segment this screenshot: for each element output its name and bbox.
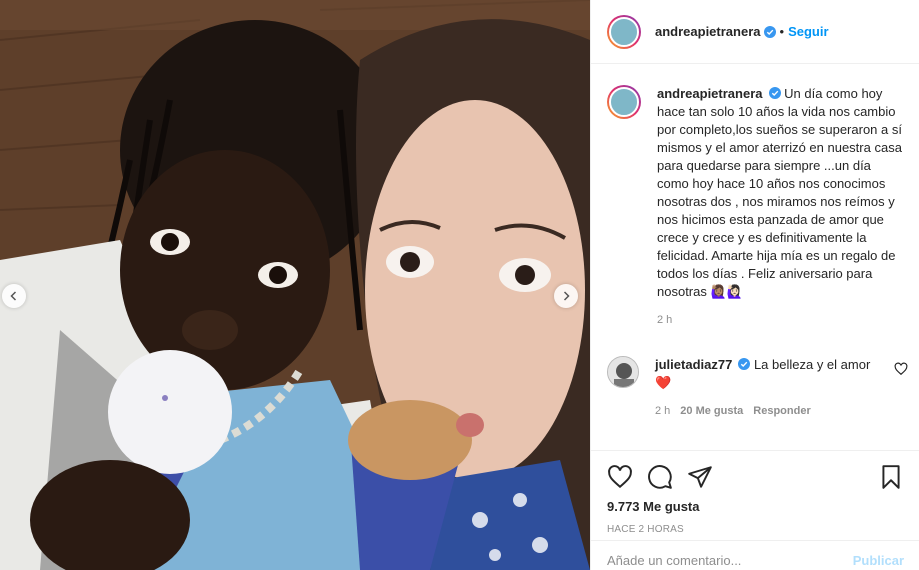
- post-photo[interactable]: [0, 0, 590, 570]
- post-actions: 9.773 Me gusta HACE 2 HORAS: [591, 450, 919, 535]
- author-avatar[interactable]: [607, 14, 641, 49]
- chevron-left-icon: [10, 291, 17, 301]
- add-comment-bar: Publicar: [591, 540, 919, 570]
- follow-button[interactable]: Seguir: [788, 24, 828, 39]
- post-header: andreapietranera • Seguir: [591, 0, 919, 64]
- caption-text: Un día como hoy hace tan solo 10 años la…: [657, 86, 902, 299]
- caption-username[interactable]: andreapietranera: [657, 86, 763, 101]
- caption-text-block: andreapietranera Un día como hoy hace ta…: [657, 85, 904, 302]
- commenter-username[interactable]: julietadiaz77: [655, 357, 732, 372]
- comment-text-block: julietadiaz77 La belleza y el amor ❤️: [655, 356, 885, 393]
- comment-meta: 2 h 20 Me gusta Responder: [655, 405, 885, 417]
- caption-time[interactable]: 2 h: [657, 314, 672, 326]
- add-comment-input[interactable]: [607, 553, 853, 568]
- bookmark-icon[interactable]: [878, 464, 904, 490]
- comment-emoji: ❤️: [655, 376, 672, 391]
- reply-button[interactable]: Responder: [753, 405, 810, 417]
- commenter-avatar[interactable]: [607, 356, 639, 388]
- verified-icon: [768, 87, 781, 99]
- comment-time[interactable]: 2 h: [655, 405, 670, 417]
- comment-item: julietadiaz77 La belleza y el amor ❤️ 2 …: [607, 356, 908, 417]
- author-username[interactable]: andreapietranera: [655, 24, 761, 39]
- separator-dot: •: [779, 24, 785, 39]
- photo-image: [0, 0, 590, 570]
- avatar-image: [608, 357, 638, 387]
- comment-text: La belleza y el amor: [753, 357, 871, 372]
- caption-meta: 2 h: [657, 314, 904, 326]
- chevron-right-icon: [563, 291, 570, 301]
- caption-avatar[interactable]: [607, 85, 641, 119]
- heart-icon[interactable]: [607, 464, 633, 490]
- carousel-next-button[interactable]: [554, 284, 578, 308]
- post-side-panel: andreapietranera • Seguir andreapietrane…: [590, 0, 919, 570]
- share-icon[interactable]: [687, 464, 713, 490]
- publish-button[interactable]: Publicar: [853, 553, 904, 568]
- likes-count[interactable]: 9.773 Me gusta: [607, 499, 904, 514]
- like-comment-heart-icon[interactable]: [894, 362, 908, 376]
- comments-section: andreapietranera Un día como hoy hace ta…: [591, 65, 919, 450]
- comment-icon[interactable]: [647, 464, 673, 490]
- verified-icon: [763, 25, 776, 38]
- verified-icon: [738, 358, 751, 370]
- comment-likes[interactable]: 20 Me gusta: [680, 405, 743, 417]
- caption: andreapietranera Un día como hoy hace ta…: [607, 85, 904, 326]
- caption-emoji: 🙋🏽‍♀️🙋🏻‍♀️: [710, 285, 743, 300]
- carousel-prev-button[interactable]: [2, 284, 26, 308]
- post-time-ago[interactable]: HACE 2 HORAS: [607, 524, 904, 535]
- action-icons: [607, 457, 904, 497]
